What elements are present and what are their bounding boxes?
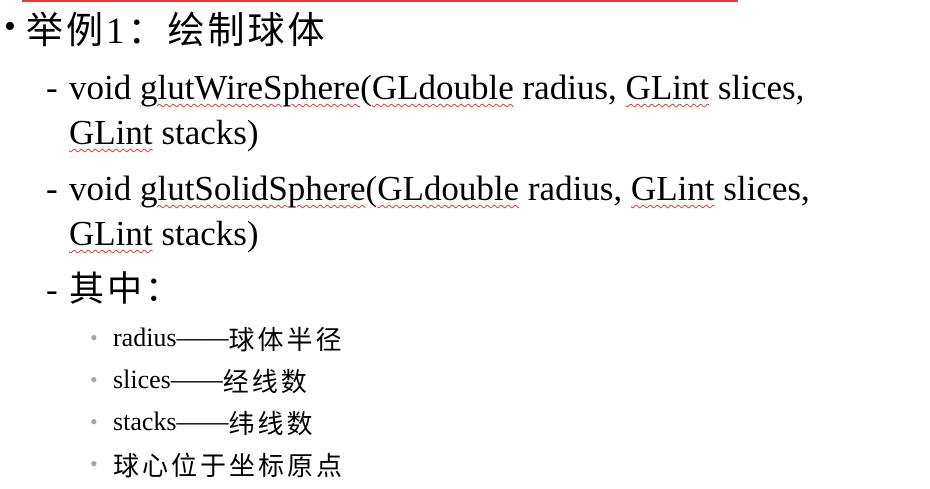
slide-heading: • 举例1：绘制球体 bbox=[4, 2, 328, 52]
function-item-solid-sphere-continued: GLint stacks) bbox=[69, 211, 259, 256]
bullet-icon: • bbox=[90, 451, 98, 476]
where-label: 其中： bbox=[69, 270, 184, 309]
bullet-icon: • bbox=[90, 325, 98, 350]
param-type: GLint bbox=[625, 68, 710, 107]
param-type: GLdouble bbox=[377, 169, 520, 208]
detail-description: 经线数 bbox=[222, 367, 310, 397]
function-name: glutWireSphere bbox=[139, 68, 361, 107]
where-item: - 其中： bbox=[46, 267, 183, 312]
heading-bullet-icon: • bbox=[4, 8, 16, 45]
param-text: stacks) bbox=[152, 214, 259, 253]
function-item-solid-sphere: - void glutSolidSphere(GLdouble radius, G… bbox=[46, 166, 810, 211]
function-name: glutSolidSphere bbox=[139, 169, 366, 208]
param-text: slices, bbox=[709, 68, 805, 107]
detail-item-stacks: • stacks —— 纬线数 bbox=[90, 405, 316, 439]
detail-item-radius: • radius —— 球体半径 bbox=[90, 321, 345, 355]
detail-description: 纬线数 bbox=[228, 409, 316, 439]
param-type: GLint bbox=[69, 113, 153, 152]
detail-term: stacks bbox=[113, 407, 177, 436]
param-text: stacks) bbox=[152, 113, 259, 152]
bullet-icon: • bbox=[90, 409, 98, 434]
detail-separator: —— bbox=[176, 323, 229, 352]
open-paren: ( bbox=[360, 68, 372, 107]
detail-item-slices: • slices —— 经线数 bbox=[90, 363, 310, 397]
function-item-wire-sphere-continued: GLint stacks) bbox=[69, 110, 259, 155]
detail-description: 球体半径 bbox=[228, 325, 345, 355]
detail-description: 球心位于坐标原点 bbox=[113, 451, 346, 481]
detail-term: slices bbox=[113, 365, 171, 394]
param-type: GLdouble bbox=[371, 68, 514, 107]
dash-marker: - bbox=[46, 169, 58, 208]
return-type: void bbox=[69, 68, 140, 107]
param-text: slices, bbox=[714, 169, 810, 208]
bullet-icon: • bbox=[90, 367, 98, 392]
param-text: radius, bbox=[513, 68, 626, 107]
function-item-wire-sphere: - void glutWireSphere(GLdouble radius, GL… bbox=[46, 65, 804, 110]
param-text: radius, bbox=[519, 169, 631, 208]
detail-separator: —— bbox=[176, 407, 229, 436]
param-type: GLint bbox=[69, 214, 153, 253]
detail-term: radius bbox=[113, 323, 177, 352]
param-type: GLint bbox=[630, 169, 715, 208]
heading-text: 举例1：绘制球体 bbox=[26, 11, 328, 52]
return-type: void bbox=[69, 169, 140, 208]
dash-marker: - bbox=[46, 270, 58, 309]
open-paren: ( bbox=[365, 169, 378, 208]
dash-marker: - bbox=[46, 68, 58, 107]
detail-item-center: • 球心位于坐标原点 bbox=[90, 447, 345, 481]
detail-separator: —— bbox=[170, 365, 223, 394]
